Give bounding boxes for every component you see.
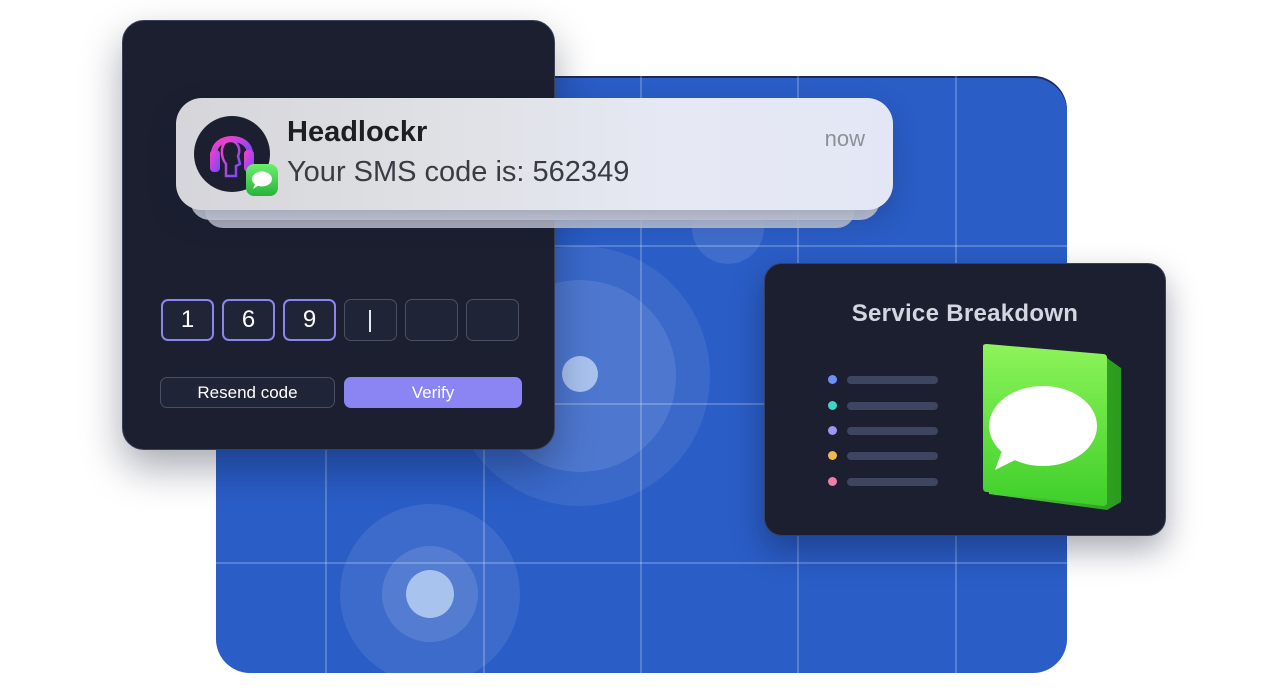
otp-digit-6[interactable] — [466, 299, 519, 341]
legend-bar — [847, 401, 938, 410]
service-breakdown-card: Service Breakdown — [764, 263, 1166, 536]
legend-item — [828, 401, 938, 410]
legend-dot — [828, 426, 837, 435]
otp-digit-3[interactable]: 9 — [283, 299, 336, 341]
otp-input-group: 1 6 9 — [161, 299, 519, 341]
otp-digit-1[interactable]: 1 — [161, 299, 214, 341]
verify-button[interactable]: Verify — [344, 377, 522, 408]
legend-bar — [847, 375, 938, 384]
notification-app-name: Headlockr — [287, 116, 428, 148]
legend-item — [828, 451, 938, 460]
legend-bar — [847, 426, 938, 435]
location-ping-small — [340, 504, 520, 673]
legend-item — [828, 426, 938, 435]
messages-icon — [246, 164, 278, 196]
legend-bar — [847, 477, 938, 486]
messages-app-icon — [983, 344, 1121, 510]
legend-bar — [847, 451, 938, 460]
legend-dot — [828, 375, 837, 384]
legend-dot — [828, 401, 837, 410]
otp-digit-5[interactable] — [405, 299, 458, 341]
notification-message: Your SMS code is: 562349 — [287, 156, 630, 188]
verification-card: 1 6 9 Resend code Verify — [122, 20, 555, 450]
otp-digit-2[interactable]: 6 — [222, 299, 275, 341]
otp-digit-4[interactable] — [344, 299, 397, 341]
sms-notification[interactable]: Headlockr Your SMS code is: 562349 now — [176, 98, 893, 210]
legend-item — [828, 477, 938, 486]
legend-dot — [828, 451, 837, 460]
legend-dot — [828, 477, 837, 486]
legend-item — [828, 375, 938, 384]
notification-time: now — [824, 126, 865, 151]
resend-code-button[interactable]: Resend code — [160, 377, 335, 408]
service-breakdown-title: Service Breakdown — [851, 300, 1079, 327]
